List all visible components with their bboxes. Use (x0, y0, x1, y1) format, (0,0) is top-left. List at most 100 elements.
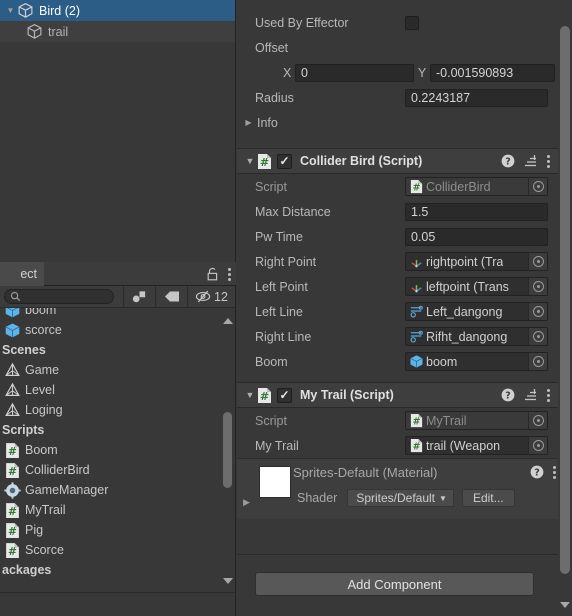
property-label: Boom (255, 354, 288, 369)
hierarchy-panel: ▼ Bird (2) trail (0, 0, 236, 262)
object-field[interactable]: # MyTrail (405, 411, 548, 430)
prefab-icon (5, 322, 20, 337)
property-info-foldout[interactable]: ▶ Info (237, 110, 558, 135)
shader-edit-button[interactable]: Edit... (461, 489, 515, 507)
tab-project[interactable]: ect (0, 262, 44, 286)
scroll-up-arrow-icon[interactable] (223, 318, 233, 324)
object-picker-button[interactable] (528, 437, 547, 454)
object-picker-button[interactable] (528, 328, 547, 345)
left-column: ▼ Bird (2) trail ect 12 boom scorce Scen… (0, 0, 236, 616)
used-by-effector-checkbox[interactable] (405, 15, 419, 30)
component-enabled-checkbox[interactable]: ✓ (277, 387, 292, 403)
project-list-item[interactable]: # Boom (0, 440, 235, 460)
help-icon[interactable]: ? (530, 465, 544, 479)
script-icon: # (6, 502, 19, 518)
project-list-item-label: MyTrail (25, 503, 66, 517)
inspector-scrollbar[interactable] (558, 0, 572, 616)
help-icon[interactable]: ? (501, 388, 515, 402)
scroll-down-arrow-icon[interactable] (560, 602, 570, 608)
object-field[interactable]: Rifht_dangong (405, 327, 548, 346)
shader-dropdown[interactable]: Sprites/Default ▼ (347, 489, 454, 507)
filter-by-type-button[interactable] (123, 285, 155, 308)
object-field[interactable]: # ColliderBird (405, 177, 548, 196)
project-scrollbar[interactable] (221, 308, 234, 592)
project-list-item[interactable]: scorce (0, 320, 235, 340)
target-icon (532, 181, 544, 192)
object-field[interactable]: boom (405, 352, 548, 371)
script-icon: # (6, 522, 19, 538)
component-header-collider-bird[interactable]: ▼ # ✓ Collider Bird (Script) ? (237, 148, 558, 174)
project-list-item-label: Scripts (2, 423, 45, 437)
project-list-item[interactable]: Scenes (0, 340, 235, 360)
search-input[interactable] (4, 289, 114, 304)
property-label: Radius (255, 90, 294, 105)
preset-icon[interactable] (524, 154, 538, 168)
cs-script-icon: # (410, 179, 423, 193)
kebab-menu-icon[interactable] (547, 154, 550, 168)
offset-x-input[interactable]: 0 (295, 63, 414, 82)
hierarchy-empty-area[interactable] (0, 42, 234, 262)
help-icon[interactable]: ? (501, 154, 515, 168)
project-list-item[interactable]: Loging (0, 400, 235, 420)
project-list-item[interactable]: ackages (0, 560, 235, 580)
project-list-item[interactable]: # Pig (0, 520, 235, 540)
project-list-item[interactable]: boom (0, 308, 235, 320)
project-list-item[interactable]: Scripts (0, 420, 235, 440)
property-row-left-line: Left Line Left_dangong (237, 299, 558, 324)
object-field[interactable]: leftpoint (Trans (405, 277, 548, 296)
project-list-item[interactable]: # Scorce (0, 540, 235, 560)
svg-text:?: ? (534, 468, 540, 479)
object-picker-button[interactable] (528, 278, 547, 295)
inspector-panel: Used By Effector Offset X 0 Y -0.0015908… (237, 0, 572, 616)
project-list-item[interactable]: Game (0, 360, 235, 380)
triangle-right-icon[interactable]: ▶ (243, 497, 250, 508)
number-input[interactable]: 1.5 (405, 202, 548, 221)
filter-by-label-icon (164, 291, 179, 302)
hidden-objects-toggle[interactable]: 12 (187, 285, 235, 308)
kebab-menu-icon[interactable] (228, 267, 231, 281)
object-picker-button[interactable] (528, 303, 547, 320)
object-picker-button[interactable] (528, 412, 547, 429)
object-field[interactable]: rightpoint (Tra (405, 252, 548, 271)
object-picker-button[interactable] (528, 253, 547, 270)
add-component-button[interactable]: Add Component (255, 572, 534, 596)
kebab-menu-icon[interactable] (553, 465, 556, 479)
project-tabbar: ect (0, 262, 236, 286)
object-field[interactable]: # trail (Weapon (405, 436, 548, 455)
expand-triangle-icon[interactable]: ▼ (243, 390, 257, 400)
object-picker-button[interactable] (528, 178, 547, 195)
hidden-objects-count: 12 (214, 289, 228, 304)
expand-triangle-icon[interactable]: ▼ (243, 156, 257, 166)
number-input[interactable]: 0.05 (405, 227, 548, 246)
scroll-down-arrow-icon[interactable] (223, 578, 233, 584)
project-list-item[interactable]: # ColliderBird (0, 460, 235, 480)
property-used-by-effector[interactable]: Used By Effector (237, 10, 558, 35)
expand-triangle-icon[interactable]: ▼ (4, 6, 17, 15)
project-list-item[interactable]: GameManager (0, 480, 235, 500)
hierarchy-item-trail[interactable]: trail (0, 21, 235, 42)
project-list-item-label: Pig (25, 523, 44, 537)
offset-y-input[interactable]: -0.001590893 (430, 63, 555, 82)
hierarchy-item-bird[interactable]: ▼ Bird (2) (0, 0, 235, 21)
project-asset-list[interactable]: boom scorce Scenes Game Level Loging Scripts # B… (0, 308, 235, 592)
filter-by-label-button[interactable] (155, 285, 187, 308)
kebab-menu-icon[interactable] (547, 388, 550, 402)
project-list-item-label: Loging (25, 403, 63, 417)
property-row-left-point: Left Point leftpoint (Trans (237, 274, 558, 299)
lock-icon[interactable] (206, 267, 219, 281)
linerenderer-icon (410, 330, 423, 343)
preset-icon[interactable] (524, 388, 538, 402)
project-list-item-label: scorce (25, 323, 62, 337)
target-icon (532, 306, 544, 317)
component-enabled-checkbox[interactable]: ✓ (277, 153, 292, 169)
project-scrollbar-thumb[interactable] (223, 412, 232, 488)
project-list-item[interactable]: Level (0, 380, 235, 400)
inspector-scrollbar-thumb[interactable] (560, 26, 570, 574)
radius-input[interactable]: 0.2243187 (405, 88, 548, 107)
svg-text:#: # (413, 182, 421, 193)
object-picker-button[interactable] (528, 353, 547, 370)
object-field[interactable]: Left_dangong (405, 302, 548, 321)
triangle-right-icon[interactable]: ▶ (242, 118, 255, 127)
project-list-item[interactable]: # MyTrail (0, 500, 235, 520)
component-header-my-trail[interactable]: ▼ # ✓ My Trail (Script) ? (237, 382, 558, 408)
